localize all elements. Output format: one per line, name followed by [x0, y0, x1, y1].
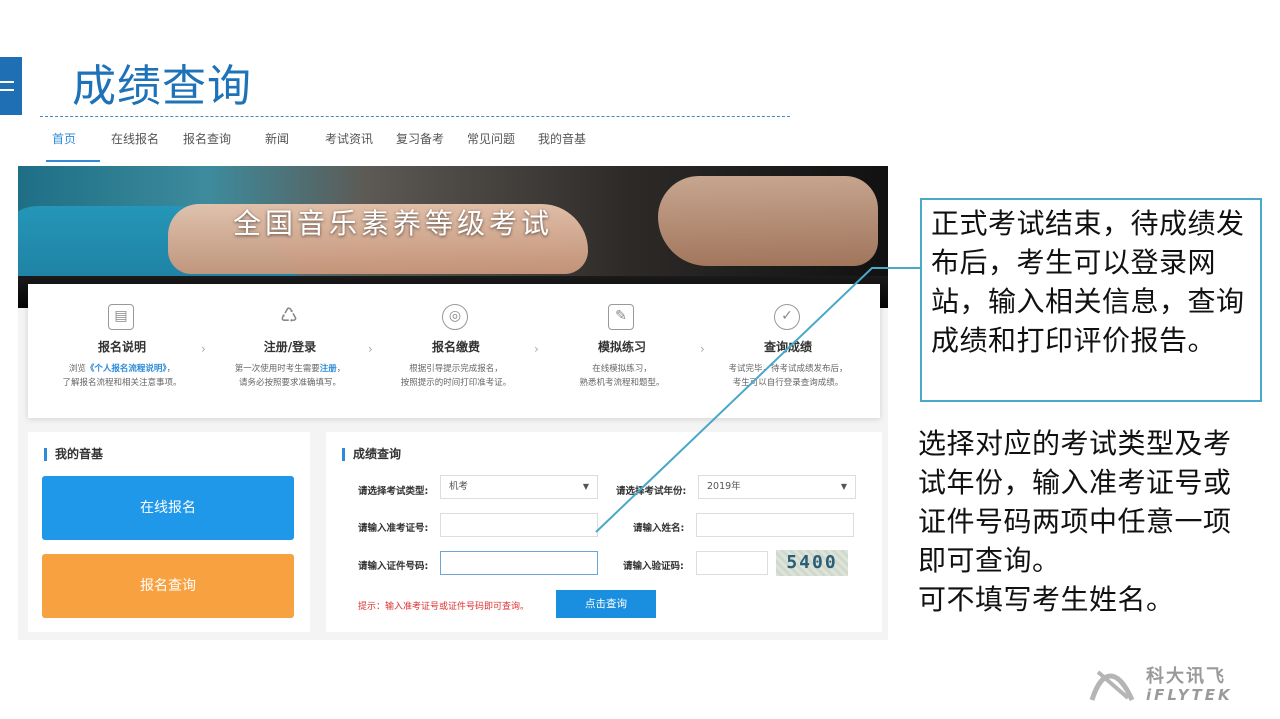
- name-label: 请输入姓名:: [633, 523, 685, 534]
- callout-box: 正式考试结束，待成绩发布后，考生可以登录网站，输入相关信息，查询成绩和打印评价报…: [920, 198, 1262, 402]
- note-line: 选择对应的考试类型及考试年份，输入准考证号或证件号码两项中任意一项即可查询。: [918, 427, 1232, 577]
- exam-type-label: 请选择考试类型:: [358, 486, 429, 497]
- chevron-right-icon: ›: [534, 342, 539, 356]
- instruction-note: 选择对应的考试类型及考试年份，输入准考证号或证件号码两项中任意一项即可查询。 可…: [918, 424, 1248, 619]
- step-title: 注册/登录: [263, 340, 317, 354]
- step-desc: 根据引导提示完成报名， 按照提示的时间打印准考证。: [400, 364, 512, 388]
- captcha-input[interactable]: [696, 551, 768, 575]
- logo-text-en: iFLYTEK: [1146, 686, 1233, 704]
- registration-query-button[interactable]: 报名查询: [42, 554, 294, 618]
- step-practice[interactable]: ✎ 模拟练习 在线模拟练习， 熟悉机考流程和题型。: [542, 284, 702, 418]
- submit-query-button[interactable]: 点击查询: [556, 590, 656, 618]
- step-desc: 考试完毕，待考试成绩发布后， 考生可以自行登录查询成绩。: [728, 364, 848, 388]
- step-title: 报名说明: [97, 340, 146, 354]
- coins-icon: ◎: [442, 304, 468, 330]
- edit-icon: ✎: [608, 304, 634, 330]
- name-input[interactable]: [696, 513, 854, 537]
- process-steps: ▤ 报名说明 浏览《个人报名流程说明》， 了解报名流程和相关注意事项。 › ♺ 注…: [28, 284, 880, 418]
- captcha-label: 请输入验证码:: [623, 561, 684, 572]
- chevron-down-icon: ▼: [582, 482, 589, 491]
- slide-title: 成绩查询: [72, 61, 252, 112]
- iflytek-logo: 科大讯飞 iFLYTEK: [1088, 660, 1268, 710]
- panel-title: 成绩查询: [342, 448, 401, 461]
- ticket-number-input[interactable]: [440, 513, 598, 537]
- step-title: 查询成绩: [763, 340, 812, 354]
- slide: 成绩查询 首页 在线报名 报名查询 新闻 考试资讯 复习备考 常见问题 我的音基…: [0, 0, 1280, 719]
- chevron-down-icon: ▼: [840, 482, 847, 491]
- recycle-icon: ♺: [280, 303, 298, 327]
- chevron-right-icon: ›: [368, 342, 373, 356]
- document-icon: ▤: [108, 304, 134, 330]
- top-nav: 首页 在线报名 报名查询 新闻 考试资讯 复习备考 常见问题 我的音基: [18, 120, 888, 166]
- query-tip: 提示：输入准考证号或证件号码即可查询。: [358, 602, 530, 612]
- exam-year-select[interactable]: 2019年 ▼: [698, 475, 856, 499]
- step-register-login[interactable]: ♺ 注册/登录 第一次使用时考生需要注册， 请务必按照要求准确填写。: [210, 284, 370, 418]
- nav-active-indicator: [46, 160, 100, 162]
- online-registration-button[interactable]: 在线报名: [42, 476, 294, 540]
- panel-title: 我的音基: [44, 448, 103, 461]
- nav-item-faq[interactable]: 常见问题: [467, 130, 515, 147]
- callout-text: 正式考试结束，待成绩发布后，考生可以登录网站，输入相关信息，查询成绩和打印评价报…: [931, 207, 1245, 357]
- score-query-panel: 成绩查询 请选择考试类型: 机考 ▼ 请选择考试年份: 2019年 ▼ 请输入准考证…: [326, 432, 882, 632]
- nav-item-my-account[interactable]: 我的音基: [538, 130, 586, 147]
- iflytek-mark-icon: [1089, 670, 1135, 702]
- step-title: 报名缴费: [431, 340, 480, 354]
- step-registration-guide[interactable]: ▤ 报名说明 浏览《个人报名流程说明》， 了解报名流程和相关注意事项。: [42, 284, 202, 418]
- step-desc: 在线模拟练习， 熟悉机考流程和题型。: [579, 364, 665, 388]
- note-line: 可不填写考生姓名。: [918, 583, 1175, 616]
- id-number-label: 请输入证件号码:: [358, 561, 429, 572]
- exam-type-select[interactable]: 机考 ▼: [440, 475, 598, 499]
- id-number-input[interactable]: [440, 551, 598, 575]
- nav-item-online-registration[interactable]: 在线报名: [111, 130, 159, 147]
- check-circle-icon: ✓: [774, 304, 800, 330]
- step-payment[interactable]: ◎ 报名缴费 根据引导提示完成报名， 按照提示的时间打印准考证。: [376, 284, 536, 418]
- logo-text-cn: 科大讯飞: [1146, 666, 1226, 687]
- my-account-panel: 我的音基 在线报名 报名查询: [28, 432, 310, 632]
- step-desc: 第一次使用时考生需要注册， 请务必按照要求准确填写。: [234, 364, 346, 388]
- nav-item-review[interactable]: 复习备考: [396, 130, 444, 147]
- nav-item-home[interactable]: 首页: [52, 130, 76, 147]
- chevron-right-icon: ›: [700, 342, 705, 356]
- title-divider: [40, 116, 790, 117]
- exam-year-label: 请选择考试年份:: [616, 486, 687, 497]
- step-score-query[interactable]: ✓ 查询成绩 考试完毕，待考试成绩发布后， 考生可以自行登录查询成绩。: [708, 284, 868, 418]
- banner-title: 全国音乐素养等级考试: [232, 207, 553, 240]
- chevron-right-icon: ›: [201, 342, 206, 356]
- website-screenshot: 首页 在线报名 报名查询 新闻 考试资讯 复习备考 常见问题 我的音基 全国音乐…: [18, 120, 888, 640]
- nav-item-exam-info[interactable]: 考试资讯: [325, 130, 373, 147]
- step-title: 模拟练习: [597, 340, 646, 354]
- captcha-image[interactable]: 5400: [776, 550, 848, 576]
- nav-item-registration-query[interactable]: 报名查询: [183, 130, 231, 147]
- menu-icon: [0, 57, 22, 115]
- step-desc: 浏览《个人报名流程说明》， 了解报名流程和相关注意事项。: [62, 364, 182, 388]
- ticket-number-label: 请输入准考证号:: [358, 523, 429, 534]
- nav-item-news[interactable]: 新闻: [265, 130, 289, 147]
